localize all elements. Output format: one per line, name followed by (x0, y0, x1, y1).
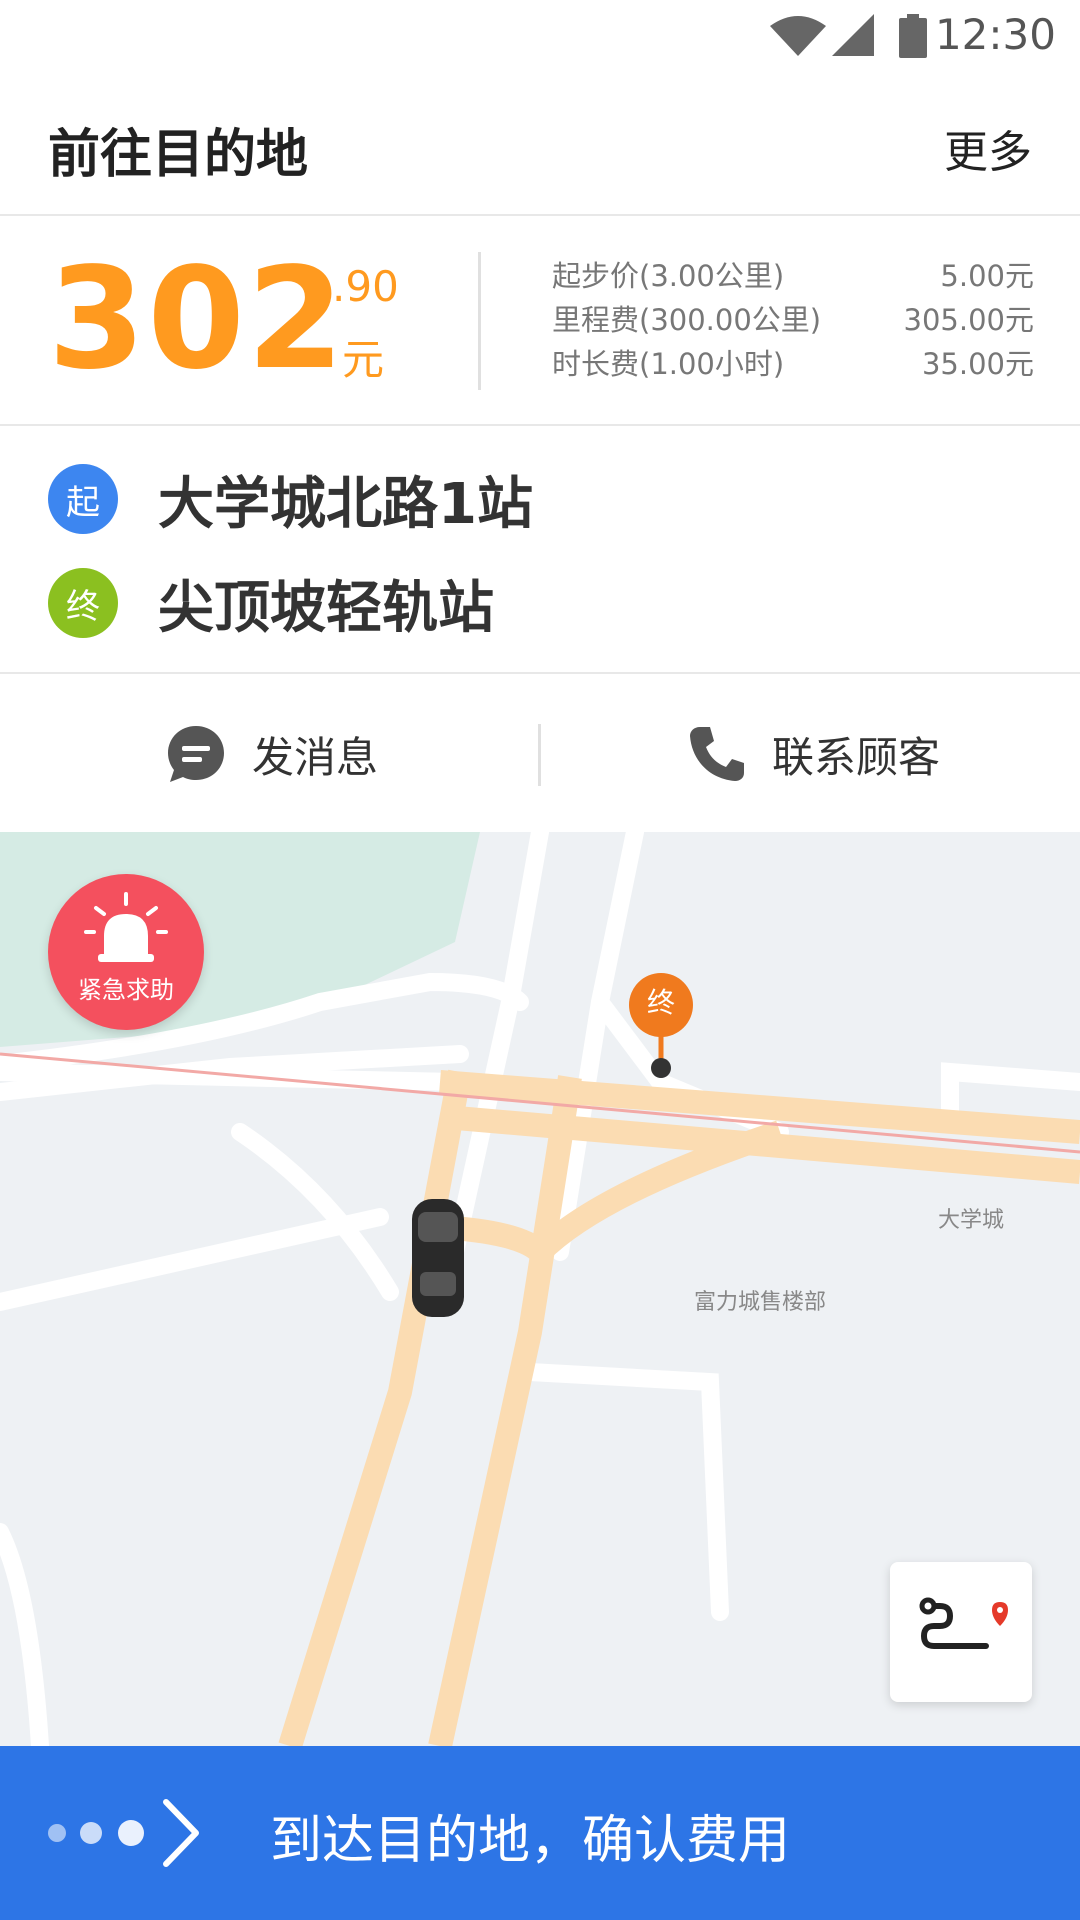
fare-amount-integer: 302 (48, 238, 347, 401)
destination-marker-label: 终 (646, 986, 675, 1019)
status-bar: 12:30 (0, 0, 1080, 72)
fare-divider (478, 252, 481, 390)
map-view[interactable]: 终 大学城 富力城售楼部 紧急求助 (0, 832, 1080, 1746)
fare-item-label: 起步价(3.00公里) (552, 259, 785, 293)
battery-icon (899, 14, 927, 58)
start-location-name: 大学城北路1站 (158, 471, 533, 537)
fare-amount-decimal: .90 (332, 262, 399, 311)
page-title: 前往目的地 (48, 125, 309, 185)
slider-dot (80, 1822, 102, 1844)
fare-item-value: 305.00元 (903, 303, 1034, 337)
fare-item-label: 时长费(1.00小时) (552, 347, 785, 381)
slider-dot (118, 1820, 144, 1846)
fare-item-value: 35.00元 (921, 347, 1034, 381)
message-button[interactable]: 发消息 (166, 714, 378, 794)
fare-item: 起步价(3.00公里) 5.00元 (552, 254, 1034, 298)
driver-trip-screen: 12:30 前往目的地 更多 302 .90 元 起步价(3.00公里) 5.0… (0, 0, 1080, 1920)
fare-summary: 302 .90 元 起步价(3.00公里) 5.00元 里程费(300.00公里… (0, 218, 1080, 426)
map-label-poi: 富力城售楼部 (694, 1290, 827, 1315)
route-icon (919, 1597, 1008, 1649)
end-location-name: 尖顶坡轻轨站 (158, 575, 494, 641)
phone-icon (690, 727, 744, 781)
alarm-light-icon (84, 892, 168, 962)
fare-item: 里程费(300.00公里) 305.00元 (552, 298, 1034, 342)
fare-item: 时长费(1.00小时) 35.00元 (552, 342, 1034, 386)
end-badge: 终 (48, 568, 118, 638)
fare-breakdown: 起步价(3.00公里) 5.00元 里程费(300.00公里) 305.00元 … (552, 254, 1034, 386)
chevron-right-icon (163, 1799, 199, 1867)
route-info: 起 大学城北路1站 终 尖顶坡轻轨站 (0, 428, 1080, 674)
chat-icon (168, 726, 224, 782)
call-label: 联系顾客 (772, 732, 941, 782)
nav-bar: 前往目的地 更多 (0, 72, 1080, 216)
fare-item-label: 里程费(300.00公里) (552, 303, 822, 337)
emergency-sos-button[interactable]: 紧急求助 (48, 874, 204, 1030)
contact-actions: 发消息 联系顾客 (0, 676, 1080, 832)
start-badge: 起 (48, 464, 118, 534)
call-customer-button[interactable]: 联系顾客 (688, 714, 940, 794)
actions-divider (538, 724, 541, 786)
slider-dot (48, 1824, 66, 1842)
start-location: 起 大学城北路1站 (48, 464, 533, 537)
more-button[interactable]: 更多 (944, 116, 1032, 180)
signal-icon (832, 14, 874, 56)
confirm-arrival-label: 到达目的地，确认费用 (270, 1811, 791, 1871)
arrive-confirm-slider[interactable]: 到达目的地，确认费用 (0, 1746, 1080, 1920)
sos-label: 紧急求助 (78, 976, 174, 1004)
end-location: 终 尖顶坡轻轨站 (48, 568, 494, 641)
route-overview-button[interactable] (890, 1562, 1032, 1702)
fare-item-value: 5.00元 (940, 259, 1034, 293)
fare-unit: 元 (342, 335, 385, 384)
wifi-icon (770, 16, 826, 56)
message-label: 发消息 (252, 732, 379, 782)
clock: 12:30 (934, 10, 1056, 59)
map-label-area: 大学城 (938, 1208, 1005, 1233)
